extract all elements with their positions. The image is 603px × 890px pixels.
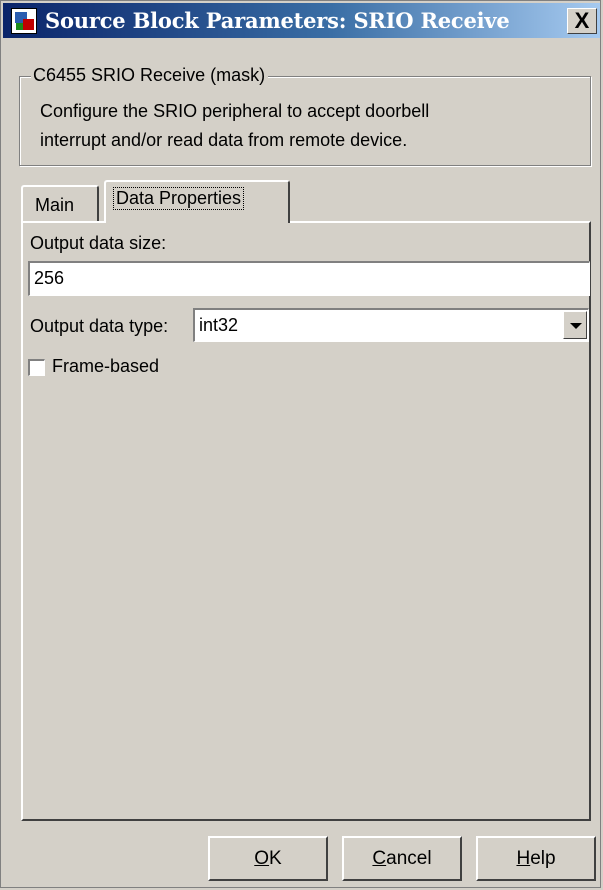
- title-bar[interactable]: Source Block Parameters: SRIO Receive X: [3, 3, 600, 38]
- output-data-type-value: int32: [199, 315, 239, 335]
- ok-accel: O: [254, 848, 270, 869]
- help-accel: H: [516, 848, 531, 869]
- frame-based-checkbox[interactable]: [28, 359, 45, 376]
- frame-based-label[interactable]: Frame-based: [52, 356, 159, 377]
- window-title: Source Block Parameters: SRIO Receive: [45, 8, 510, 33]
- cancel-accel: C: [372, 848, 387, 869]
- description-line-2: interrupt and/or read data from remote d…: [40, 130, 408, 150]
- cancel-rest: ancel: [386, 848, 432, 869]
- cancel-button[interactable]: Cancel: [342, 836, 462, 881]
- ok-rest: K: [269, 848, 282, 869]
- close-icon[interactable]: X: [567, 8, 597, 34]
- tab-main-label: Main: [35, 195, 75, 215]
- help-button[interactable]: Help: [476, 836, 596, 881]
- dropdown-arrow-icon[interactable]: [563, 311, 587, 339]
- simulink-block-icon[interactable]: [11, 8, 37, 34]
- tab-data-properties[interactable]: Data Properties: [104, 180, 290, 223]
- description-line-1: Configure the SRIO peripheral to accept …: [40, 101, 430, 121]
- output-data-type-label: Output data type:: [30, 316, 169, 336]
- output-data-type-select[interactable]: int32: [193, 308, 589, 342]
- ok-button[interactable]: OK: [208, 836, 328, 881]
- output-data-size-label: Output data size:: [30, 233, 167, 253]
- mask-group-legend: C6455 SRIO Receive (mask): [31, 65, 269, 86]
- dialog-window: Source Block Parameters: SRIO Receive X …: [0, 0, 601, 888]
- output-data-size-input[interactable]: 256: [28, 261, 590, 296]
- help-rest: elp: [530, 848, 556, 869]
- tab-main[interactable]: Main: [21, 185, 99, 222]
- tab-data-properties-label: Data Properties: [112, 187, 245, 210]
